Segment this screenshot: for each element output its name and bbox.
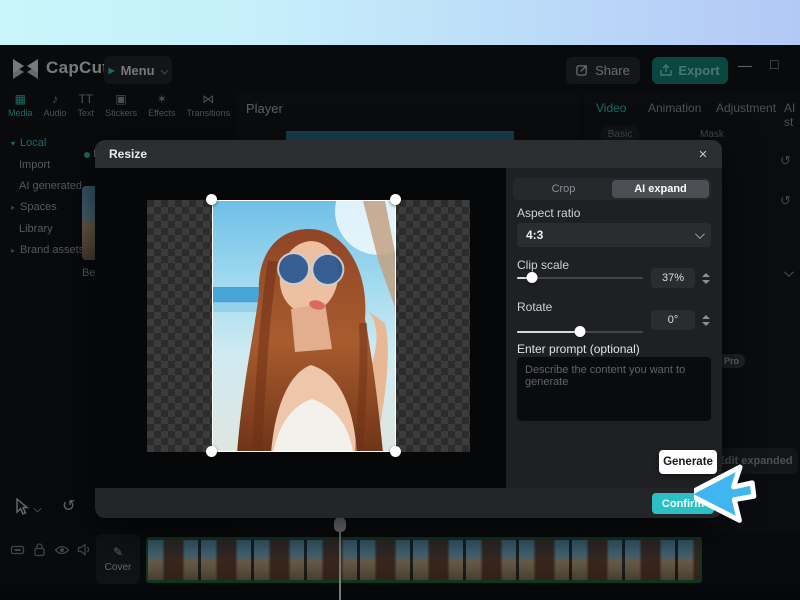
crop-handle-top-right[interactable] [390, 194, 401, 205]
clip-scale-slider[interactable] [517, 272, 643, 284]
close-icon[interactable]: × [693, 144, 713, 164]
rotate-slider[interactable] [517, 326, 643, 338]
clip-scale-label: Clip scale [517, 258, 569, 272]
stepper-down-icon[interactable] [702, 322, 710, 326]
portrait-photo [213, 201, 396, 452]
crop-handle-bottom-left[interactable] [206, 446, 217, 457]
dialog-footer [95, 488, 722, 518]
desktop-top-strip [0, 0, 800, 45]
dialog-header [95, 140, 722, 168]
crop-handle-bottom-right[interactable] [390, 446, 401, 457]
chevron-down-icon [695, 229, 705, 239]
clip-scale-stepper[interactable] [700, 268, 712, 288]
prompt-input[interactable] [517, 357, 711, 421]
stepper-down-icon[interactable] [702, 280, 710, 284]
slider-thumb[interactable] [575, 326, 586, 337]
prompt-label: Enter prompt (optional) [517, 342, 640, 356]
clip-scale-value[interactable]: 37% [651, 268, 695, 288]
crop-handle-top-left[interactable] [206, 194, 217, 205]
aspect-ratio-label: Aspect ratio [517, 206, 580, 220]
tab-crop[interactable]: Crop [515, 180, 612, 198]
screen: CapCut ▶ Menu Share Export — □ ▦ [0, 0, 800, 600]
tab-ai-expand[interactable]: AI expand [612, 180, 709, 198]
dialog-title: Resize [109, 147, 147, 161]
resize-dialog: Resize × [95, 140, 722, 518]
slider-thumb[interactable] [527, 272, 538, 283]
preview-image[interactable] [212, 200, 396, 452]
stepper-up-icon[interactable] [702, 315, 710, 319]
rotate-stepper[interactable] [700, 310, 712, 330]
rotate-label: Rotate [517, 300, 552, 314]
stepper-up-icon[interactable] [702, 273, 710, 277]
rotate-value[interactable]: 0° [651, 310, 695, 330]
cursor-pointer-icon [694, 460, 766, 530]
mode-tabs: Crop AI expand [513, 178, 711, 200]
aspect-ratio-select[interactable]: 4:3 [517, 223, 711, 247]
